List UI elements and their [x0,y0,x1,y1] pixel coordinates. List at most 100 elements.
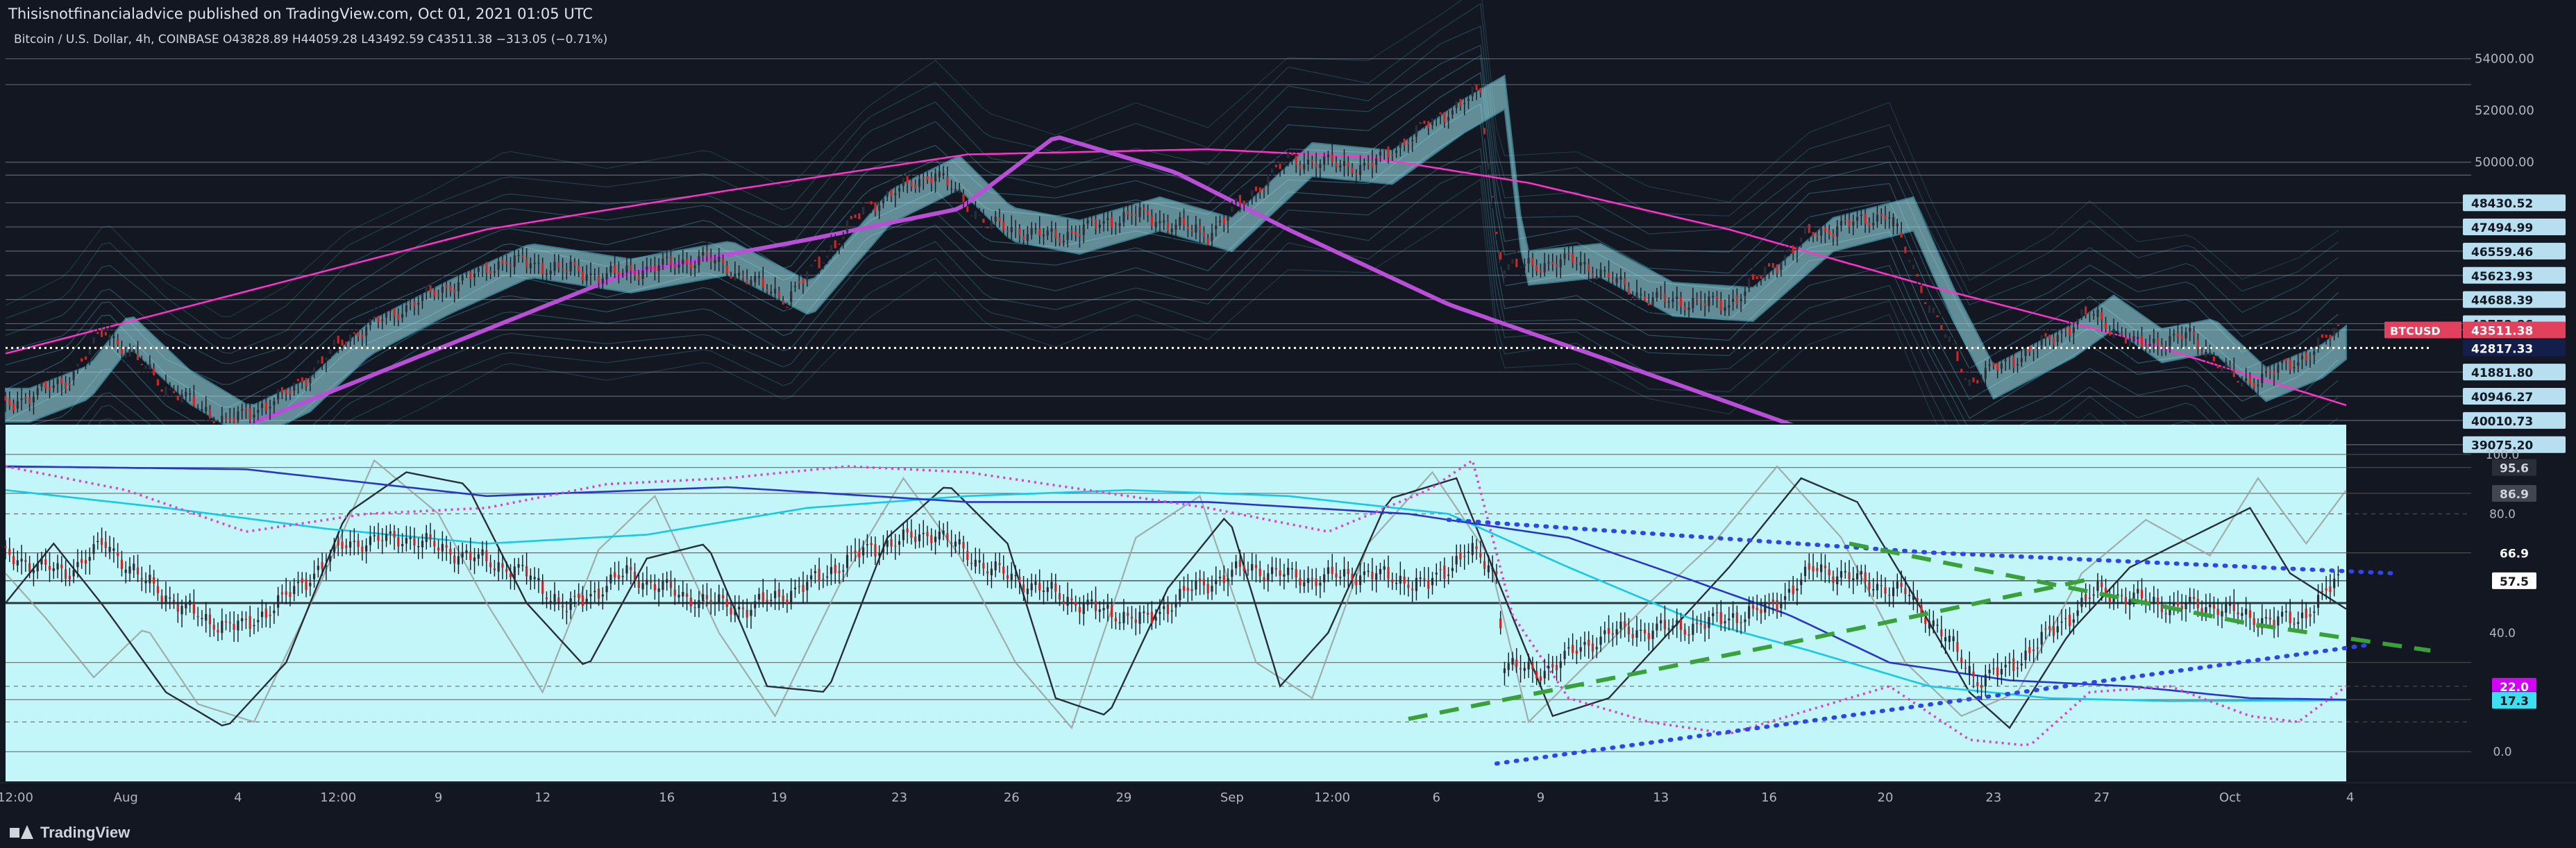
price-candle [962,194,965,203]
price-candle [1154,221,1157,228]
osc-candle [156,586,159,593]
time-tick-label: 23 [891,790,907,805]
price-candle [1091,219,1093,221]
osc-candle [1010,573,1013,580]
price-candle [621,273,624,275]
osc-candle [549,601,552,603]
osc-candle [481,549,484,556]
price-candle [685,259,689,264]
price-axis[interactable]: 54000.00 52000.00 50000.00 48430.52 47494.99… [2384,52,2566,759]
price-candle [84,356,87,360]
price-candle [693,266,696,268]
osc-candle [1603,630,1606,634]
osc-candle [165,595,167,604]
price-candle [417,303,420,305]
osc-candle [1872,588,1875,591]
osc-candle [793,587,797,590]
price-candle [489,271,492,275]
osc-candle [1199,578,1202,582]
osc-tick-label: 40.0 [2489,627,2516,641]
price-candle [185,391,187,397]
osc-candle [653,584,656,591]
osc-candle [942,530,945,534]
osc-candle [1355,579,1358,586]
price-candle [52,385,55,388]
price-candle [2024,348,2027,357]
osc-candle [1195,580,1197,590]
price-candle [954,189,957,193]
osc-candle [1054,583,1057,592]
keltner-band-fill [5,74,2347,439]
price-candle [617,271,621,275]
price-candle [1872,223,1875,226]
osc-candle [20,559,23,562]
osc-candle [1327,567,1329,575]
price-badge-label: 41881.80 [2471,366,2533,380]
price-candle [117,339,119,345]
price-candle [1796,246,1799,251]
price-candle [1218,221,1222,223]
osc-candle [2313,611,2316,613]
price-candle [942,173,945,176]
price-candle [814,260,816,262]
price-candle [1912,264,1914,269]
osc-candle [1439,569,1442,570]
price-candle [798,281,800,284]
price-candle [357,332,360,337]
osc-candle [525,566,528,577]
price-candle [1852,221,1855,226]
osc-candle [657,588,660,592]
price-candle [2193,331,2196,336]
osc-candle [782,595,784,602]
price-candle [653,266,656,272]
oscillator-pane[interactable] [4,425,2471,781]
price-candle [397,314,400,320]
osc-candle [553,593,556,605]
osc-candle [1075,602,1077,606]
price-candle [1515,258,1518,268]
osc-candle [513,566,516,579]
price-candle [348,334,352,341]
osc-candle [641,583,644,590]
price-candle [806,271,809,280]
price-candle [990,221,993,229]
osc-candle [633,571,637,580]
osc-candle [401,543,404,547]
price-badge-label: 42817.33 [2471,342,2533,356]
osc-candle [1351,573,1354,581]
price-candle [1579,262,1582,266]
price-candle [1643,296,1647,301]
osc-candle [1631,634,1634,638]
price-candle [353,332,355,334]
price-candle [501,259,504,264]
price-candle [782,300,784,305]
price-candle [513,255,516,267]
osc-candle [2028,647,2031,654]
tradingview-logo-icon[interactable] [10,825,33,840]
osc-candle [1579,647,1582,652]
envelope-band-line [5,148,2339,468]
osc-candle [725,599,728,607]
price-candle [2148,344,2151,346]
price-candle [497,261,500,270]
osc-candle [1663,620,1667,629]
price-candle [1960,368,1963,373]
price-candle [112,336,115,339]
osc-candle [605,586,608,593]
price-candle [2176,332,2180,337]
price-candle [561,269,564,270]
time-axis[interactable]: 12:00 Aug 4 12:00 9 12 16 19 23 26 29 Sep 12:00 6 9 13 1… [0,782,2576,805]
osc-candle [1808,563,1810,570]
osc-candle [4,546,7,548]
osc-candle [1451,568,1454,571]
price-candle [1190,230,1193,232]
price-candle [1572,253,1574,263]
price-candle [882,198,885,203]
price-candle [1756,276,1758,280]
time-tick-label: 4 [234,790,242,805]
price-candle [1683,306,1686,310]
osc-candle [1211,586,1213,592]
osc-candle [1323,574,1326,583]
osc-candle [2221,611,2223,617]
price-candle [2040,334,2043,346]
